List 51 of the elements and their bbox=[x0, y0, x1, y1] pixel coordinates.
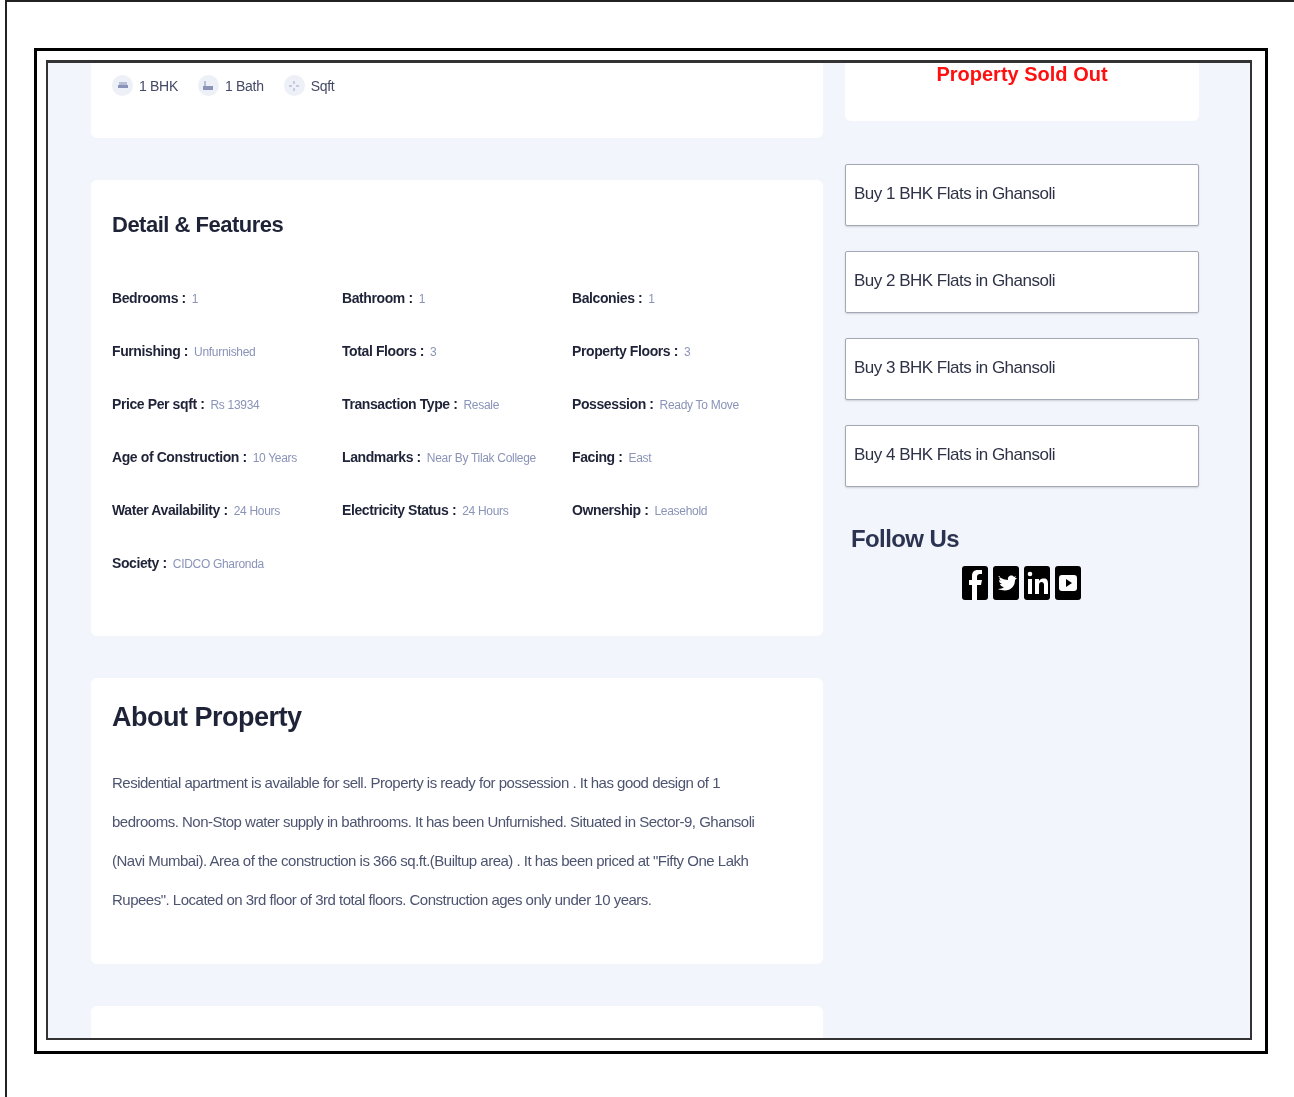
feature-value: CIDCO Gharonda bbox=[172, 557, 264, 571]
flat-link[interactable]: Buy 1 BHK Flats in Ghansoli bbox=[845, 164, 1199, 226]
feature-label: Bathroom : bbox=[342, 290, 413, 306]
feature-value: East bbox=[628, 451, 652, 465]
crosshair-icon bbox=[289, 80, 300, 91]
sold-out-label: Property Sold Out bbox=[936, 63, 1108, 86]
feature-value: Resale bbox=[463, 398, 500, 412]
spec-label: 1 Bath bbox=[224, 77, 264, 94]
follow-title: Follow Us bbox=[851, 525, 959, 553]
feature-label: Landmarks : bbox=[342, 449, 421, 465]
description-text: Residential apartment is available for sell. Property is ready for possession . It has good design of 1 bedrooms. Non-Stop water supply in bathrooms. It has been Unfurnished. Situated in Sector-9, Ghansoli (Navi Mumbai). Area of the construction is 366 sq.ft.(Builtup area) . It has been priced at "Fifty One Lakh Rupees". Located on 3rd floor of 3rd total floors. Construction ages only under 10 years. bbox=[112, 773, 756, 910]
linkedin-icon[interactable] bbox=[1024, 566, 1050, 600]
feature-label: Balconies : bbox=[572, 290, 643, 306]
feature-label: Facing : bbox=[572, 449, 623, 465]
spec-label: 1 BHK bbox=[139, 77, 178, 94]
bathtub-icon bbox=[203, 80, 214, 91]
feature-label: Society : bbox=[112, 555, 167, 571]
feature-value: Unfurnished bbox=[194, 345, 256, 359]
facebook-icon[interactable] bbox=[962, 566, 988, 600]
section-title: About Property bbox=[112, 702, 303, 733]
feature-value: Leasehold bbox=[654, 504, 708, 518]
feature-value: 3 bbox=[684, 345, 691, 359]
flat-link[interactable]: Buy 3 BHK Flats in Ghansoli bbox=[845, 338, 1199, 400]
feature-value: 1 bbox=[648, 292, 655, 306]
feature-value: 3 bbox=[430, 345, 437, 359]
feature-value: 10 Years bbox=[252, 451, 297, 465]
play-icon[interactable] bbox=[1055, 566, 1081, 600]
feature-label: Furnishing : bbox=[112, 343, 189, 359]
feature-value: 1 bbox=[191, 292, 199, 306]
twitter-icon[interactable] bbox=[993, 566, 1019, 600]
feature-value: 24 Hours bbox=[462, 504, 509, 518]
feature-label: Property Floors : bbox=[572, 343, 678, 359]
feature-label: Age of Construction : bbox=[112, 449, 247, 465]
feature-value: 1 bbox=[418, 292, 426, 306]
feature-value: Ready To Move bbox=[659, 398, 739, 412]
bed-icon bbox=[117, 81, 128, 90]
spec-label: Sqft bbox=[310, 77, 335, 94]
feature-label: Total Floors : bbox=[342, 343, 425, 359]
flat-link[interactable]: Buy 2 BHK Flats in Ghansoli bbox=[845, 251, 1199, 313]
feature-label: Ownership : bbox=[572, 502, 649, 518]
flat-link[interactable]: Buy 4 BHK Flats in Ghansoli bbox=[845, 425, 1199, 487]
section-title: Detail & Features bbox=[112, 212, 285, 238]
feature-label: Possession : bbox=[572, 396, 654, 412]
feature-label: Price Per sqft : bbox=[112, 396, 205, 412]
feature-label: Bedrooms : bbox=[112, 290, 186, 306]
feature-label: Water Availability : bbox=[112, 502, 228, 518]
feature-value: 24 Hours bbox=[233, 504, 280, 518]
feature-label: Transaction Type : bbox=[342, 396, 458, 412]
feature-value: Rs 13934 bbox=[210, 398, 260, 412]
feature-label: Electricity Status : bbox=[342, 502, 457, 518]
feature-value: Near By Tilak College bbox=[426, 451, 536, 465]
